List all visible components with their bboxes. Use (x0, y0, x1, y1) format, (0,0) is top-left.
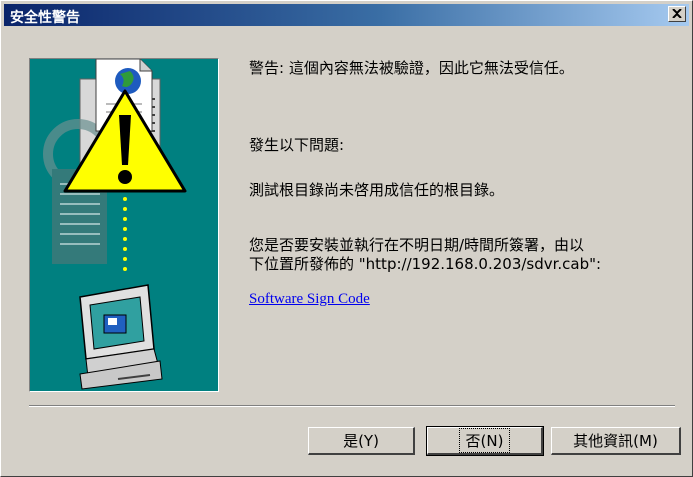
no-button[interactable]: 否(N) (426, 426, 544, 456)
more-info-button[interactable]: 其他資訊(M) (551, 427, 681, 455)
window-title: 安全性警告 (10, 10, 80, 26)
install-question-line1: 您是否要安裝並執行在不明日期/時間所簽署，由以 (249, 236, 585, 254)
separator (29, 405, 675, 407)
problem-description: 測試根目錄尚未啓用成信任的根目錄。 (249, 181, 505, 199)
security-warning-dialog: 安全性警告 警告: 這個內容無法被驗證，因此它無法受信任。 發生以下問題: 測試… (0, 0, 693, 477)
computer-icon (79, 284, 163, 390)
yes-button-label: 是(Y) (343, 432, 379, 450)
warning-illustration (29, 58, 219, 392)
install-question: 您是否要安裝並執行在不明日期/時間所簽署，由以 下位置所發佈的 "http://… (249, 236, 601, 274)
more-info-button-label: 其他資訊(M) (573, 432, 658, 450)
install-question-line2: 下位置所發佈的 "http://192.168.0.203/sdvr.cab": (249, 255, 602, 273)
publisher-link[interactable]: Software Sign Code (249, 291, 370, 308)
no-button-label: 否(N) (458, 428, 511, 453)
close-button[interactable] (668, 6, 686, 22)
warning-message: 警告: 這個內容無法被驗證，因此它無法受信任。 (249, 59, 574, 77)
yes-button[interactable]: 是(Y) (308, 427, 415, 455)
connection-dots-icon (123, 197, 127, 271)
problem-label: 發生以下問題: (249, 136, 345, 154)
title-bar[interactable]: 安全性警告 (4, 4, 689, 26)
close-icon (672, 9, 682, 18)
